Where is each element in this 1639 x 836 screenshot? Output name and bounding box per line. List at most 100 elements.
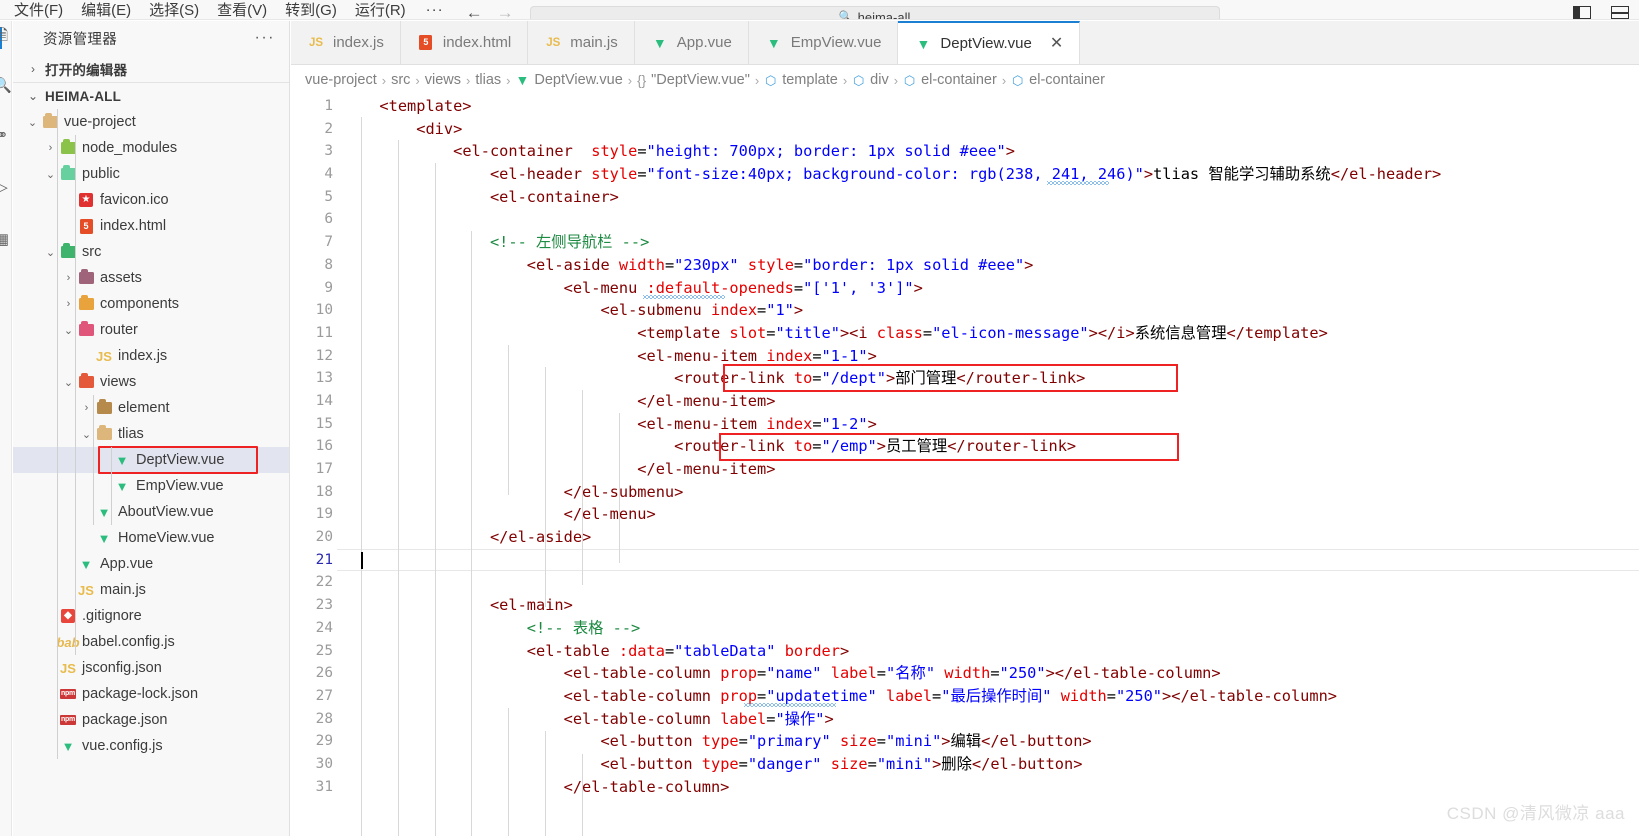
tree-item-vue-project[interactable]: ⌄ vue-project [13,109,289,135]
breadcrumb-item-el-container[interactable]: ⬡ el-container [903,72,997,88]
chevron-down-icon[interactable]: ⌄ [61,324,76,337]
chevron-right-icon[interactable]: › [61,298,76,310]
editor-layout-icon[interactable] [1573,6,1591,19]
tree-item-babel-config-js[interactable]: bab babel.config.js [13,629,289,655]
breadcrumb-item-template[interactable]: ⬡ template [764,72,838,88]
code-line[interactable]: 13 <router-link to="/dept">部门管理</router-… [291,367,1639,390]
editor-tab-empview-vue[interactable]: ▼ EmpView.vue [748,21,899,64]
menu-select[interactable]: 选择(S) [143,1,205,19]
tree-item-deptview-vue[interactable]: ▼ DeptView.vue [13,447,289,473]
code-line[interactable]: 2 <div> [291,118,1639,141]
close-icon[interactable]: ✕ [1050,35,1063,51]
tree-item-index-html[interactable]: 5 index.html [13,213,289,239]
source-control-icon[interactable]: ⚭ [0,127,11,145]
tree-item-index-js[interactable]: JS index.js [13,343,289,369]
workspace-root-section[interactable]: ⌄ HEIMA-ALL [13,82,289,109]
tree-item-element[interactable]: › element [13,395,289,421]
tree-item-components[interactable]: › components [13,291,289,317]
code-line[interactable]: 12 <el-menu-item index="1-1"> [291,345,1639,368]
breadcrumb-item-tlias[interactable]: tlias [475,72,501,88]
code-line[interactable]: 18 </el-submenu> [291,481,1639,504]
explorer-more-icon[interactable]: ··· [255,30,275,46]
tree-item-app-vue[interactable]: ▼ App.vue [13,551,289,577]
editor-tab-main-js[interactable]: JS main.js [528,21,635,64]
menu-more-icon[interactable]: ··· [418,1,452,18]
tree-item-node-modules[interactable]: › node_modules [13,135,289,161]
code-line[interactable]: 24 <!-- 表格 --> [291,617,1639,640]
code-line[interactable]: 11 <template slot="title"><i class="el-i… [291,322,1639,345]
explorer-icon[interactable]: 🗎 [0,27,11,45]
code-line[interactable]: 15 <el-menu-item index="1-2"> [291,413,1639,436]
run-debug-icon[interactable]: ▷ [0,179,11,197]
menu-edit[interactable]: 编辑(E) [75,1,137,19]
extensions-icon[interactable]: ▦ [0,231,11,249]
breadcrumb-item-views[interactable]: views [425,72,461,88]
code-line[interactable]: 17 </el-menu-item> [291,458,1639,481]
code-line[interactable]: 3 <el-container style="height: 700px; bo… [291,140,1639,163]
code-line[interactable]: 6 [291,208,1639,231]
breadcrumb-item-vue-project[interactable]: vue-project [305,72,377,88]
code-line[interactable]: 30 <el-button type="danger" size="mini">… [291,753,1639,776]
editor-tab-index-js[interactable]: JS index.js [291,21,401,64]
code-line[interactable]: 7 <!-- 左侧导航栏 --> [291,231,1639,254]
tree-item-homeview-vue[interactable]: ▼ HomeView.vue [13,525,289,551]
tree-item-jsconfig-json[interactable]: JS jsconfig.json [13,655,289,681]
code-line[interactable]: 26 <el-table-column prop="name" label="名… [291,662,1639,685]
code-line[interactable]: 21 [291,548,1639,572]
tree-item-views[interactable]: ⌄ views [13,369,289,395]
breadcrumb-item-deptview-vue[interactable]: ▼ DeptView.vue [516,72,623,88]
code-line[interactable]: 23 <el-main> [291,594,1639,617]
chevron-down-icon[interactable]: ⌄ [25,116,40,129]
menu-file[interactable]: 文件(F) [8,1,69,19]
chevron-right-icon[interactable]: › [61,272,76,284]
tree-item-vue-config-js[interactable]: ▼ vue.config.js [13,733,289,759]
chevron-right-icon[interactable]: › [79,402,94,414]
chevron-down-icon[interactable]: ⌄ [79,428,94,441]
code-line[interactable]: 27 <el-table-column prop="updatetime" la… [291,685,1639,708]
tree-item-favicon-ico[interactable]: ★ favicon.ico [13,187,289,213]
menu-goto[interactable]: 转到(G) [279,1,343,19]
code-line[interactable]: 22 [291,571,1639,594]
open-editors-section[interactable]: › 打开的编辑器 [13,55,289,82]
toggle-panel-icon[interactable] [1611,6,1629,19]
code-line[interactable]: 29 <el-button type="primary" size="mini"… [291,730,1639,753]
code-line[interactable]: 16 <router-link to="/emp">员工管理</router-l… [291,435,1639,458]
code-line[interactable]: 4 <el-header style="font-size:40px; back… [291,163,1639,186]
tree-item-aboutview-vue[interactable]: ▼ AboutView.vue [13,499,289,525]
code-line[interactable]: 14 </el-menu-item> [291,390,1639,413]
code-line[interactable]: 10 <el-submenu index="1"> [291,299,1639,322]
tree-item-main-js[interactable]: JS main.js [13,577,289,603]
tree-item-public[interactable]: ⌄ public [13,161,289,187]
tree-item-tlias[interactable]: ⌄ tlias [13,421,289,447]
code-line[interactable]: 20 </el-aside> [291,526,1639,549]
tree-item-empview-vue[interactable]: ▼ EmpView.vue [13,473,289,499]
tree-item-package-json[interactable]: npm package.json [13,707,289,733]
code-line[interactable]: 28 <el-table-column label="操作"> [291,708,1639,731]
breadcrumb-item-el-container[interactable]: ⬡ el-container [1011,72,1105,88]
breadcrumb-item--deptview-vue-[interactable]: {} "DeptView.vue" [637,72,750,88]
editor-tab-index-html[interactable]: 5 index.html [400,21,529,64]
chevron-down-icon[interactable]: ⌄ [43,246,58,259]
tree-item-router[interactable]: ⌄ router [13,317,289,343]
menu-view[interactable]: 查看(V) [211,1,273,19]
editor-tab-app-vue[interactable]: ▼ App.vue [634,21,749,64]
chevron-right-icon[interactable]: › [43,142,58,154]
search-icon[interactable]: 🔍 [0,77,11,95]
code-line[interactable]: 1 <template> [291,95,1639,118]
breadcrumb-item-div[interactable]: ⬡ div [852,72,889,88]
code-line[interactable]: 31 </el-table-column> [291,776,1639,799]
code-line[interactable]: 25 <el-table :data="tableData" border> [291,640,1639,663]
code-line[interactable]: 9 <el-menu :default-openeds="['1', '3']"… [291,277,1639,300]
navigate-forward-icon[interactable]: → [497,4,514,19]
code-editor[interactable]: 1 <template> 2 <div> 3 <el-container style… [291,95,1639,836]
menu-run[interactable]: 运行(R) [349,1,412,19]
tree-item-assets[interactable]: › assets [13,265,289,291]
navigate-back-icon[interactable]: ← [466,4,483,19]
chevron-down-icon[interactable]: ⌄ [61,376,76,389]
chevron-down-icon[interactable]: ⌄ [43,168,58,181]
tree-item-src[interactable]: ⌄ src [13,239,289,265]
code-line[interactable]: 19 </el-menu> [291,503,1639,526]
editor-tab-deptview-vue[interactable]: ▼ DeptView.vue ✕ [898,21,1081,64]
quick-open-input[interactable]: 🔍 heima-all [529,6,1220,19]
tree-item-package-lock-json[interactable]: npm package-lock.json [13,681,289,707]
